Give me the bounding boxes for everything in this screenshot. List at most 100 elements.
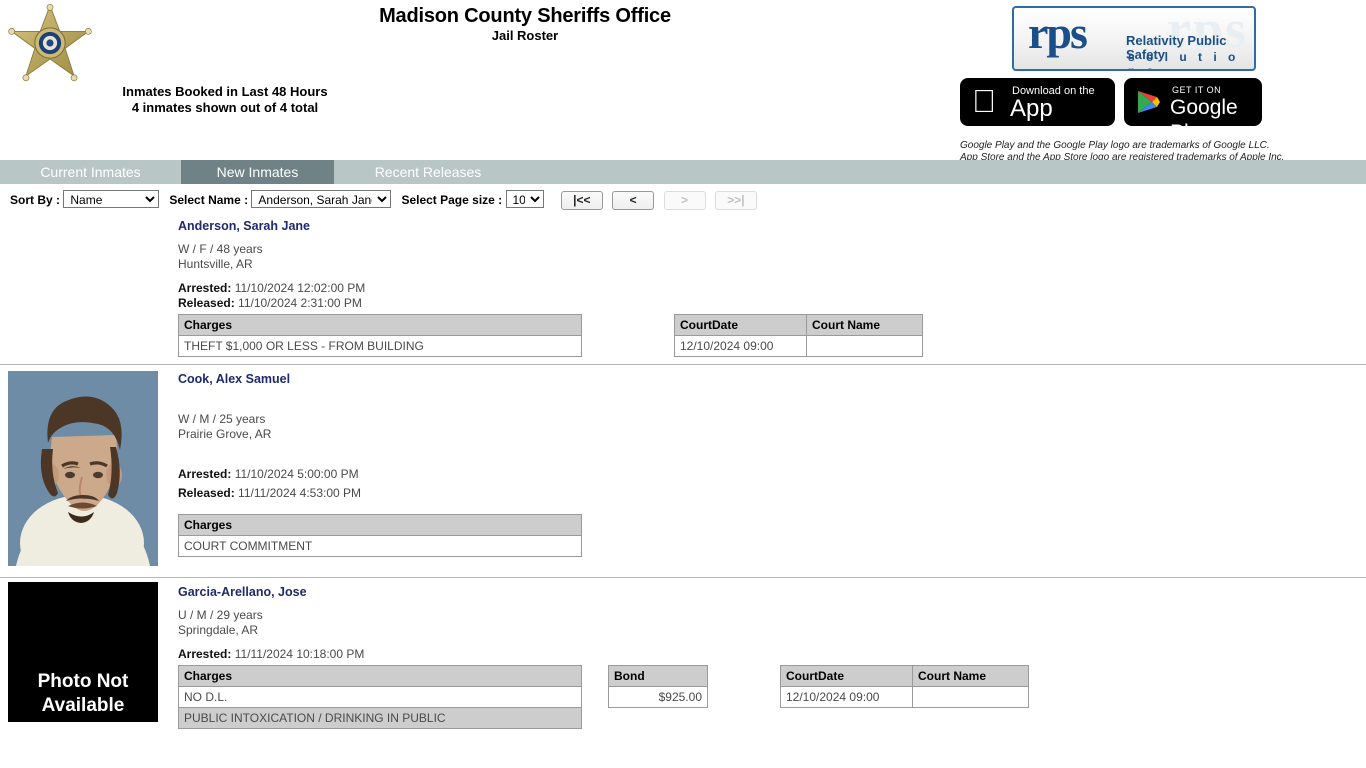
inmate-dates: Arrested: 11/11/2024 10:18:00 PM <box>178 647 1366 662</box>
rps-logo: rps rps Relativity Public Safety s o l u… <box>1012 6 1256 71</box>
inmate-demographics: W / F / 48 years Huntsville, AR <box>178 242 1366 272</box>
arrested-label: Arrested: <box>178 281 232 295</box>
sort-by-label: Sort By : <box>10 193 61 207</box>
rps-tagline-2: s o l u t i o n s <box>1128 50 1240 71</box>
table-row: $925.00 <box>608 686 708 708</box>
court-date-header: CourtDate <box>780 665 913 687</box>
table-row: THEFT $1,000 OR LESS - FROM BUILDING <box>178 335 582 357</box>
booked-summary: Inmates Booked in Last 48 Hours 4 inmate… <box>60 84 390 116</box>
google-play-small-label: GET IT ON <box>1172 85 1222 95</box>
inmate-dates: Arrested: 11/10/2024 5:00:00 PM Released… <box>178 465 1366 503</box>
charges-header: Charges <box>178 514 582 536</box>
bond-table: Bond $925.00 <box>608 665 708 708</box>
inmate-name-link[interactable]: Cook, Alex Samuel <box>178 371 1366 387</box>
google-play-big-label: Google Play <box>1170 96 1238 126</box>
inmate-photo: Photo Not Available <box>8 582 158 722</box>
charges-table: Charges COURT COMMITMENT <box>178 514 582 557</box>
inmate-location: Huntsville, AR <box>178 257 253 271</box>
google-play-triangle-icon <box>1136 89 1162 115</box>
inmate-mugshot-image <box>8 371 158 566</box>
inmate-demographics-line: W / M / 25 years <box>178 412 266 426</box>
inmate-record: Photo Not Available Garcia-Arellano, Jos… <box>0 578 1366 735</box>
rps-wordmark: rps <box>1028 7 1088 58</box>
inmate-demographics-line: W / F / 48 years <box>178 242 263 256</box>
court-name-header: Court Name <box>806 314 923 336</box>
charge-cell: NO D.L. <box>178 686 582 708</box>
sort-by-select[interactable]: Name <box>63 190 160 208</box>
booked-heading: Inmates Booked in Last 48 Hours <box>122 84 328 99</box>
released-value: 11/11/2024 4:53:00 PM <box>238 486 362 500</box>
table-row: COURT COMMITMENT <box>178 535 582 557</box>
page-header: Madison County Sheriffs Office Jail Rost… <box>0 0 1366 163</box>
charge-cell: COURT COMMITMENT <box>178 535 582 557</box>
inmate-location: Prairie Grove, AR <box>178 427 272 441</box>
tab-new-inmates[interactable]: New Inmates <box>181 160 334 184</box>
inmate-demographics: W / M / 25 years Prairie Grove, AR <box>178 412 1366 442</box>
app-store-big-label: App Store <box>1010 95 1067 126</box>
inmate-tables: Charges NO D.L. PUBLIC INTOXICATION / DR… <box>178 665 1366 729</box>
arrested-value: 11/10/2024 5:00:00 PM <box>234 467 359 481</box>
arrested-label: Arrested: <box>178 647 232 661</box>
inmate-roster: Anderson, Sarah Jane W / F / 48 years Hu… <box>0 212 1366 735</box>
inmate-location: Springdale, AR <box>178 623 259 637</box>
arrested-label: Arrested: <box>178 467 232 481</box>
inmate-demographics-line: U / M / 29 years <box>178 608 263 622</box>
arrested-value: 11/11/2024 10:18:00 PM <box>234 647 365 661</box>
inmate-dates: Arrested: 11/10/2024 12:02:00 PM Release… <box>178 281 1366 311</box>
arrested-row: Arrested: 11/10/2024 12:02:00 PM <box>178 281 1366 296</box>
inmate-record: Anderson, Sarah Jane W / F / 48 years Hu… <box>0 212 1366 365</box>
inmate-info: Anderson, Sarah Jane W / F / 48 years Hu… <box>178 212 1366 364</box>
page-subtitle: Jail Roster <box>491 28 559 43</box>
tab-recent-releases[interactable]: Recent Releases <box>342 160 514 184</box>
table-row: PUBLIC INTOXICATION / DRINKING IN PUBLIC <box>178 707 582 729</box>
table-row: 12/10/2024 09:00 <box>674 335 923 357</box>
arrested-row: Arrested: 11/11/2024 10:18:00 PM <box>178 647 1366 662</box>
charges-table: Charges THEFT $1,000 OR LESS - FROM BUIL… <box>178 314 582 357</box>
google-play-button[interactable]: GET IT ON Google Play <box>1124 78 1262 126</box>
pager-prev-button[interactable]: < <box>612 191 655 211</box>
court-name-cell <box>912 686 1029 708</box>
inmate-demographics: U / M / 29 years Springdale, AR <box>178 608 1366 638</box>
charge-cell: THEFT $1,000 OR LESS - FROM BUILDING <box>178 335 582 357</box>
photo-not-available-placeholder: Photo Not Available <box>8 582 158 722</box>
table-row: NO D.L. <box>178 686 582 708</box>
photo-not-available-line-2: Available <box>41 695 125 716</box>
court-date-cell: 12/10/2024 09:00 <box>780 686 913 708</box>
released-label: Released: <box>178 296 235 310</box>
arrested-value: 11/10/2024 12:02:00 PM <box>234 281 366 295</box>
charge-cell: PUBLIC INTOXICATION / DRINKING IN PUBLIC <box>178 707 582 729</box>
roster-controls: Sort By : Name Select Name : Anderson, S… <box>0 184 1366 212</box>
tab-current-inmates[interactable]: Current Inmates <box>8 160 173 184</box>
inmate-info: Garcia-Arellano, Jose U / M / 29 years S… <box>178 578 1366 735</box>
inmate-name-link[interactable]: Garcia-Arellano, Jose <box>178 584 1366 600</box>
booked-count: 4 inmates shown out of 4 total <box>131 100 319 115</box>
court-name-cell <box>806 335 923 357</box>
court-date-cell: 12/10/2024 09:00 <box>674 335 807 357</box>
inmate-name-link[interactable]: Anderson, Sarah Jane <box>178 218 1366 234</box>
select-name-select[interactable]: Anderson, Sarah Jane <box>251 190 392 208</box>
bond-cell: $925.00 <box>608 686 708 708</box>
table-row: 12/10/2024 09:00 <box>780 686 1029 708</box>
court-date-header: CourtDate <box>674 314 807 336</box>
released-row: Released: 11/11/2024 4:53:00 PM <box>178 484 1366 503</box>
apple-logo-icon:  <box>972 84 996 118</box>
inmate-record: Cook, Alex Samuel W / M / 25 years Prair… <box>0 365 1366 578</box>
pagination: |<< < > >>| <box>560 191 763 211</box>
inmate-photo <box>8 371 158 566</box>
court-name-header: Court Name <box>912 665 1029 687</box>
released-row: Released: 11/10/2024 2:31:00 PM <box>178 296 1366 311</box>
page-size-select[interactable]: 10 <box>505 190 544 208</box>
charges-table: Charges NO D.L. PUBLIC INTOXICATION / DR… <box>178 665 582 729</box>
title-block: Madison County Sheriffs Office Jail Rost… <box>0 4 1050 44</box>
released-label: Released: <box>178 486 235 500</box>
page-size-label: Select Page size : <box>401 193 503 207</box>
page-title: Madison County Sheriffs Office <box>379 5 671 27</box>
pager-first-button[interactable]: |<< <box>560 191 603 211</box>
inmate-info: Cook, Alex Samuel W / M / 25 years Prair… <box>178 365 1366 564</box>
inmate-tables: Charges THEFT $1,000 OR LESS - FROM BUIL… <box>178 314 1366 358</box>
app-store-button[interactable]:  Download on the App Store <box>960 78 1115 126</box>
pager-next-button: > <box>663 191 706 211</box>
charges-header: Charges <box>178 665 582 687</box>
tab-bar: Current Inmates New Inmates Recent Relea… <box>0 160 1366 184</box>
pager-last-button: >>| <box>714 191 757 211</box>
